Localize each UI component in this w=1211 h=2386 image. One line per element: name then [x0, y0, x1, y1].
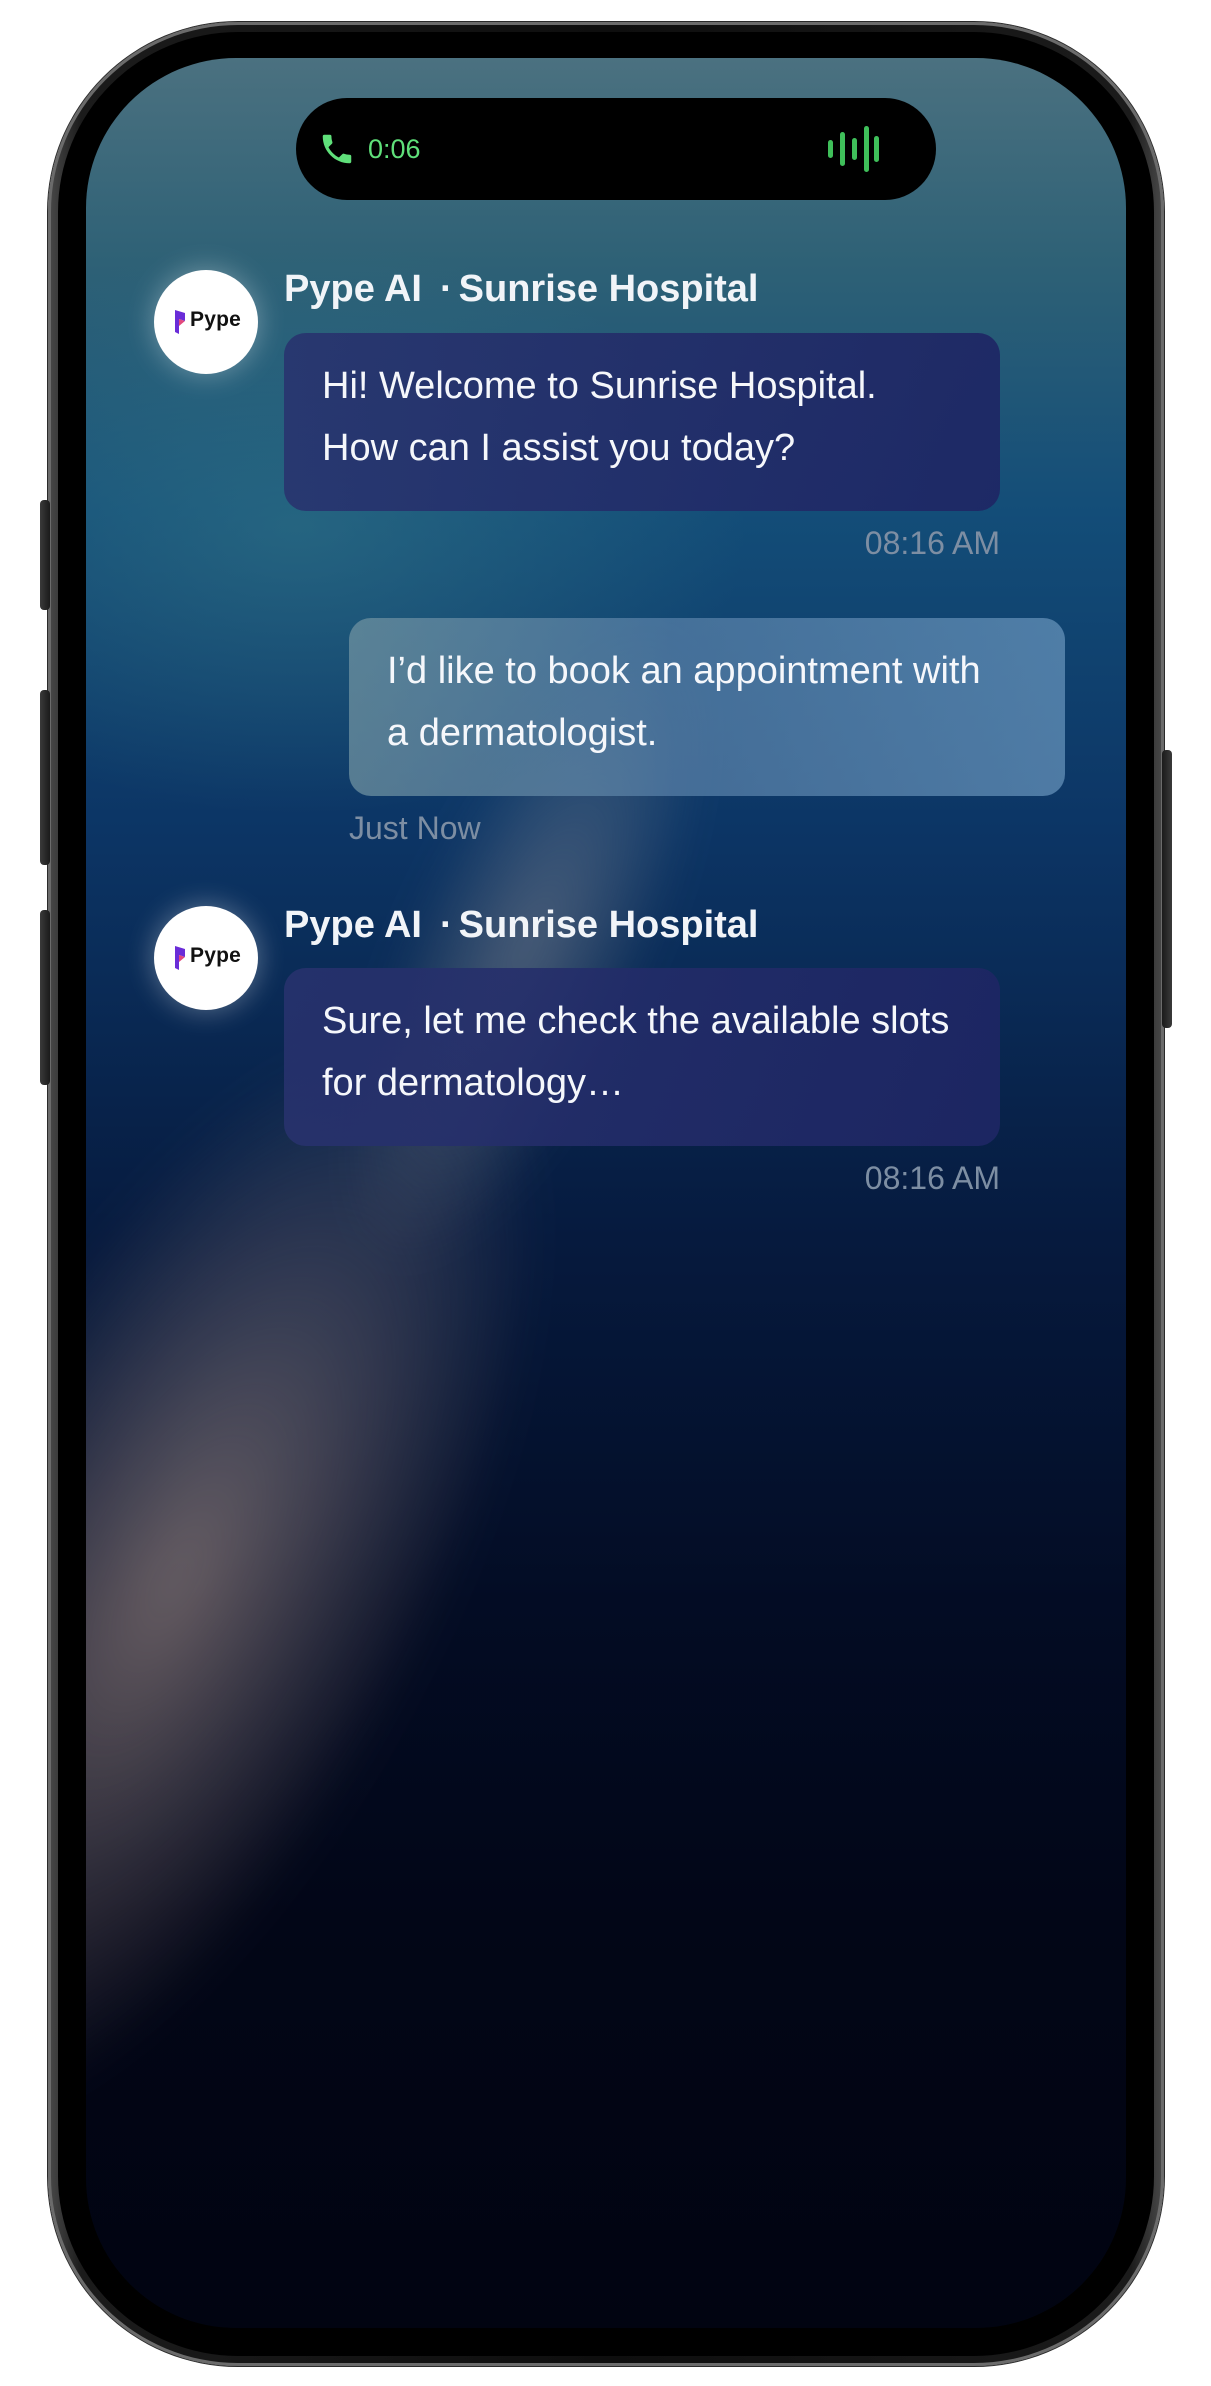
message-sender: Pype AI · Sunrise Hospital	[284, 268, 758, 311]
assistant-message-bubble[interactable]: Hi! Welcome to Sunrise Hospital. How can…	[284, 333, 1000, 511]
pype-logo-icon	[175, 310, 185, 334]
sender-separator: ·	[439, 904, 453, 946]
message-line: Sure, let me check the available slots	[322, 1000, 950, 1042]
message-line: a dermatologist.	[387, 712, 658, 754]
message-timestamp: 08:16 AM	[864, 525, 1000, 561]
message-timestamp: 08:16 AM	[864, 1160, 1000, 1196]
volume-up-button	[40, 690, 50, 865]
phone-icon	[322, 134, 352, 164]
dynamic-island-call[interactable]: 0:06	[296, 98, 936, 200]
user-message-bubble[interactable]: I’d like to book an appointment with a d…	[349, 618, 1065, 796]
sender-organization: Sunrise Hospital	[458, 904, 759, 946]
avatar-logo-text: Pype	[190, 944, 241, 967]
message-line: How can I assist you today?	[322, 427, 796, 469]
action-button	[40, 500, 50, 610]
message-timestamp: Just Now	[349, 810, 481, 846]
volume-down-button	[40, 910, 50, 1085]
sender-organization: Sunrise Hospital	[458, 268, 759, 310]
power-button	[1162, 750, 1172, 1028]
sender-separator: ·	[439, 268, 453, 310]
pype-logo-icon	[175, 946, 185, 970]
assistant-avatar: Pype	[154, 906, 258, 1010]
message-line: I’d like to book an appointment with	[387, 650, 981, 692]
message-line: Hi! Welcome to Sunrise Hospital.	[322, 365, 877, 407]
avatar-logo-text: Pype	[190, 308, 241, 331]
sender-name: Pype AI	[284, 904, 422, 946]
message-sender: Pype AI · Sunrise Hospital	[284, 904, 758, 947]
assistant-avatar: Pype	[154, 270, 258, 374]
phone-screen: 0:06 Pype Pype AI · Sunrise Hospital Hi! W…	[86, 58, 1126, 2328]
assistant-message-bubble[interactable]: Sure, let me check the available slots f…	[284, 968, 1000, 1146]
sender-name: Pype AI	[284, 268, 422, 310]
audio-waveform-icon	[828, 126, 879, 172]
call-timer: 0:06	[368, 134, 421, 164]
message-line: for dermatology…	[322, 1062, 625, 1104]
